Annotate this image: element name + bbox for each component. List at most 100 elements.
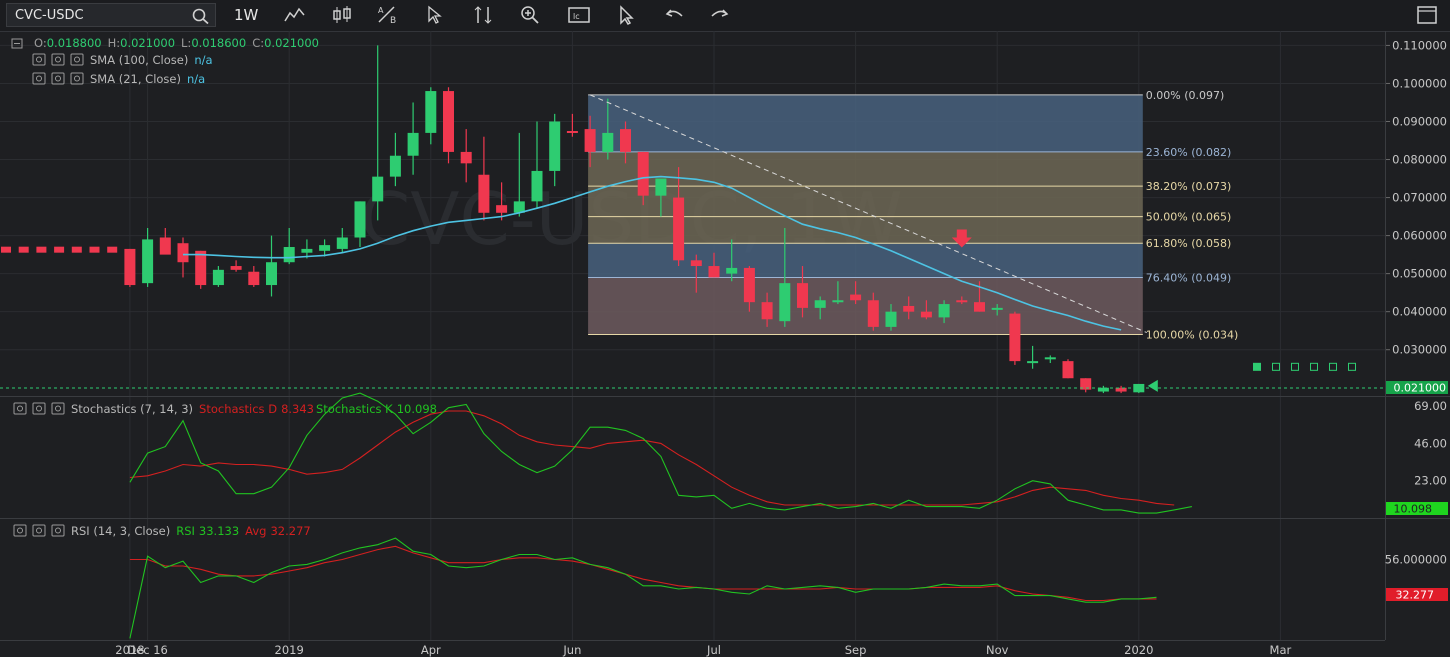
sma100-legend: SMA (100, Close) n/a: [32, 53, 213, 67]
stochastics-d-line: [129, 410, 1175, 506]
svg-text:A: A: [378, 6, 384, 15]
line-tool-icon[interactable]: [283, 4, 307, 26]
candle-body: [372, 176, 384, 202]
visibility-icon[interactable]: [32, 53, 46, 66]
fib-level-label: 100.00% (0.034): [1146, 328, 1239, 341]
candle-body: [460, 151, 472, 164]
settings-icon[interactable]: [51, 72, 65, 85]
last-price-arrow: [1147, 379, 1158, 392]
visibility-icon-glyph: [36, 75, 42, 82]
candle-type-icon[interactable]: [330, 4, 354, 26]
interval-button[interactable]: 1W: [234, 6, 258, 24]
fib-level-label: 76.40% (0.049): [1146, 271, 1232, 284]
candle-body: [814, 300, 826, 308]
candle-body: [336, 237, 348, 249]
candle-body: [920, 311, 932, 318]
price-tick-label: 0.110000: [1392, 38, 1447, 52]
rsi-label: RSI (14, 3, Close): [71, 524, 170, 538]
sma100-label: SMA (100, Close): [90, 53, 188, 67]
time-tick-label: Jun: [562, 643, 581, 657]
chart-area[interactable]: CVC-USDC, 1W 0.00% (0.097)23.60% (0.082)…: [0, 31, 1450, 657]
visibility-icon[interactable]: [13, 524, 27, 537]
candle-body: [1044, 357, 1056, 360]
collapse-icon[interactable]: [11, 38, 23, 49]
stochastics-label: Stochastics (7, 14, 3): [71, 402, 193, 416]
settings-icon-glyph: [55, 75, 61, 82]
stochastics-legend: Stochastics (7, 14, 3) Stochastics D 8.343…: [13, 402, 437, 416]
candle-body: [1009, 313, 1021, 362]
candle-body: [708, 266, 720, 278]
visibility-icon[interactable]: [13, 402, 27, 415]
rsi-tick-label: 56.000000: [1385, 552, 1447, 566]
rsi-avg-line: [129, 545, 1157, 602]
remove-icon-glyph: [55, 405, 61, 412]
time-tick-label: Dec 16: [127, 643, 168, 657]
fib-band: [588, 277, 1143, 335]
candle-body: [974, 302, 985, 312]
fibonacci-retracement[interactable]: 0.00% (0.097) 23.60% (0.082) 38.20% (0.073…: [588, 89, 1238, 342]
candle-body: [566, 130, 578, 133]
settings-icon[interactable]: [32, 402, 46, 415]
settings-icon-glyph: [55, 56, 61, 63]
rsi-value-label: RSI: [176, 524, 195, 538]
settings-icon-glyph: [36, 405, 42, 412]
remove-icon-glyph: [55, 527, 61, 534]
fullscreen-icon[interactable]: [1416, 4, 1438, 26]
candle-body: [584, 129, 596, 152]
candle-body: [478, 174, 490, 213]
candle-flat: [54, 246, 65, 253]
range-icon[interactable]: [471, 4, 495, 26]
search-icon[interactable]: [191, 7, 211, 25]
price-tick-label: 0.080000: [1392, 153, 1447, 167]
undo-icon[interactable]: [662, 4, 686, 26]
candle-body: [885, 311, 897, 327]
svg-text:lc: lc: [573, 12, 580, 21]
settings-icon[interactable]: [32, 524, 46, 537]
rsi-avg-label: Avg: [245, 524, 266, 538]
time-tick-label: 2019: [275, 643, 304, 657]
select-icon[interactable]: [615, 4, 637, 26]
svg-text:SMA (21, Close)n/a: SMA (21, Close) n/a: [90, 72, 205, 86]
svg-text:RSI (14, 3, Close)RSI33.133Avg: RSI (14, 3, Close) RSI 33.133 Avg 32.277: [71, 524, 311, 538]
future-marker: [1253, 362, 1261, 371]
settings-icon[interactable]: [51, 53, 65, 66]
settings-icon-glyph: [36, 527, 42, 534]
candle-body: [319, 245, 331, 251]
visibility-icon[interactable]: [32, 72, 46, 85]
snapshot-icon[interactable]: lc: [566, 4, 592, 26]
rsi-line: [129, 537, 1157, 639]
candle-body: [956, 300, 968, 303]
symbol-text: CVC-USDC: [15, 8, 84, 23]
fib-level-label: 61.80% (0.058): [1146, 237, 1232, 250]
sma21-legend: SMA (21, Close) n/a: [32, 72, 205, 86]
remove-icon[interactable]: [51, 402, 65, 415]
candle-body: [212, 269, 224, 286]
annotate-icon[interactable]: BA: [376, 4, 400, 26]
future-marker: [1348, 362, 1356, 371]
svg-text:SMA (100, Close)n/a: SMA (100, Close) n/a: [90, 53, 213, 67]
time-tick-label: Sep: [845, 643, 867, 657]
cursor-icon[interactable]: [424, 4, 444, 26]
top-toolbar: CVC-USDC 1W BA lc: [0, 0, 1450, 32]
low-value: 0.018600: [191, 36, 246, 50]
time-tick-label: Nov: [986, 643, 1009, 657]
candle-body: [389, 155, 401, 177]
stochastics-tick-label: 46.00: [1414, 436, 1447, 450]
candle-body: [301, 248, 313, 253]
remove-icon[interactable]: [70, 72, 84, 85]
symbol-search-input[interactable]: CVC-USDC: [6, 3, 216, 27]
candle-body: [195, 250, 207, 286]
zoom-icon[interactable]: [518, 4, 542, 26]
sma21-value: n/a: [187, 72, 205, 86]
redo-icon[interactable]: [708, 4, 732, 26]
remove-icon[interactable]: [51, 524, 65, 537]
candle-body: [142, 239, 154, 284]
candle-body: [496, 205, 508, 213]
price-badge-label: 0.021000: [1394, 382, 1447, 395]
candle-body: [230, 266, 242, 270]
candle-body: [248, 271, 260, 286]
open-value: 0.018800: [47, 36, 102, 50]
remove-icon[interactable]: [70, 53, 84, 66]
candle-body: [620, 129, 631, 152]
candle-body: [602, 132, 614, 152]
